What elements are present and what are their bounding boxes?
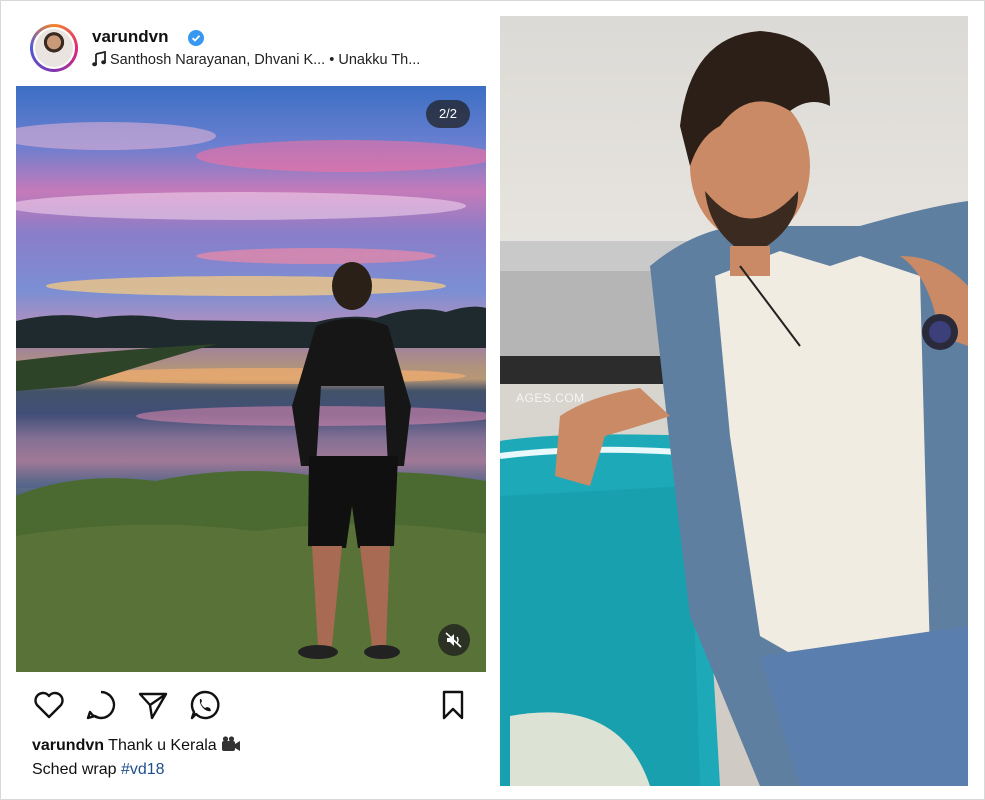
post-actions <box>16 688 486 724</box>
slide-counter: 2/2 <box>426 100 470 128</box>
whatsapp-icon[interactable] <box>188 688 222 722</box>
bookmark-icon[interactable] <box>436 688 470 722</box>
watermark-text: AGES.COM <box>516 391 585 405</box>
clapper-icon <box>222 736 241 751</box>
caption-text: Thank u Kerala <box>108 737 217 754</box>
share-icon[interactable] <box>136 688 170 722</box>
comment-icon[interactable] <box>84 688 118 722</box>
audio-info[interactable]: Santhosh Narayanan, Dhvani K... • Unakku… <box>92 51 420 68</box>
sunset-scene <box>16 122 486 672</box>
caption-line-2: Sched wrap #vd18 <box>32 761 165 779</box>
audio-track: Unakku Th... <box>338 52 421 68</box>
audio-artists: Santhosh Narayanan, Dhvani K... <box>110 52 326 68</box>
post-username[interactable]: varundvn <box>92 27 169 47</box>
hashtag-link[interactable]: #vd18 <box>121 761 165 778</box>
caption-line2-text: Sched wrap <box>32 761 117 778</box>
verified-icon <box>188 30 204 46</box>
mute-icon <box>445 632 462 648</box>
post-photo[interactable]: 2/2 <box>16 86 486 672</box>
instagram-post: varundvn Santhosh Narayanan, Dhvani K...… <box>16 16 486 786</box>
caption: varundvn Thank u Kerala <box>32 736 241 755</box>
avatar[interactable] <box>33 27 75 69</box>
heart-icon[interactable] <box>32 688 66 722</box>
audio-separator: • <box>329 52 335 68</box>
portrait-photo: AGES.COM <box>500 16 968 786</box>
music-note-icon <box>92 51 106 67</box>
post-header: varundvn Santhosh Narayanan, Dhvani K...… <box>30 24 486 80</box>
mute-button[interactable] <box>438 624 470 656</box>
caption-username[interactable]: varundvn <box>32 737 104 754</box>
avatar-story-ring[interactable] <box>30 24 78 72</box>
